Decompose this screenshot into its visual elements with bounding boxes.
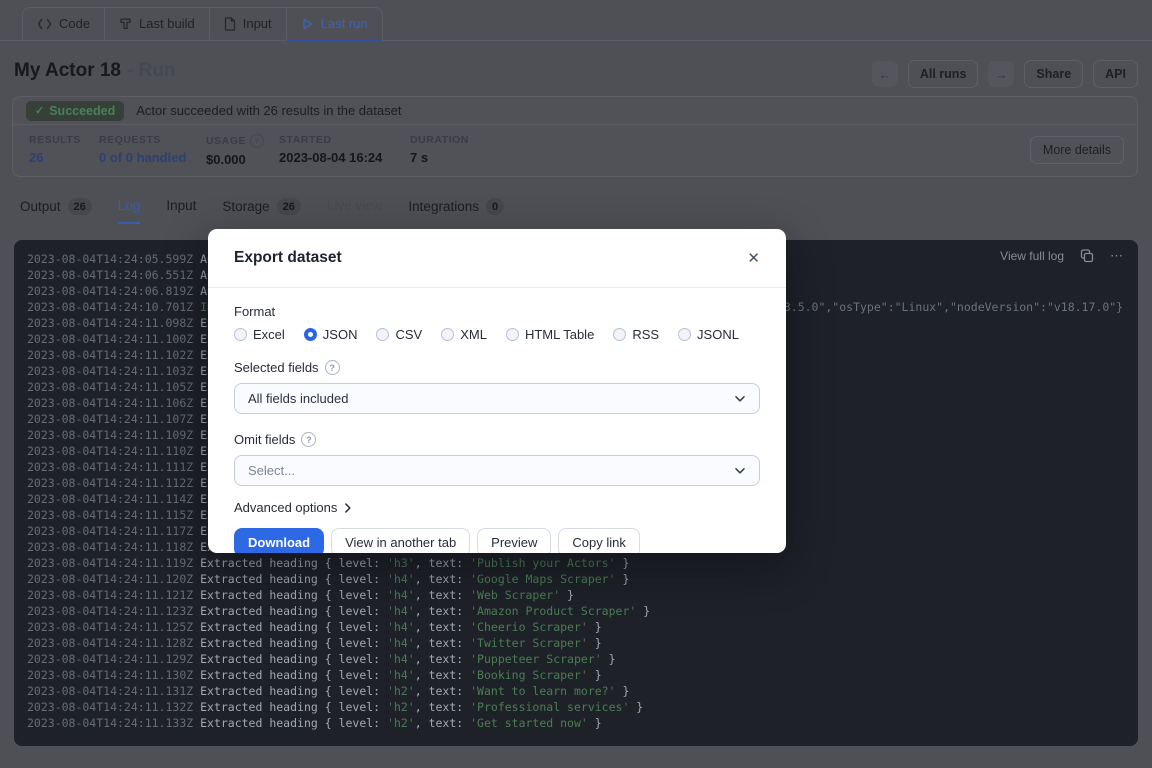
status-row: ✓ Succeeded Actor succeeded with 26 resu… (13, 97, 1137, 125)
stat-started: STARTED2023-08-04 16:24 (279, 134, 382, 165)
run-tab-input[interactable]: Input (166, 198, 196, 224)
hammer-icon (119, 17, 132, 30)
previous-run-button[interactable]: ← (872, 61, 898, 87)
format-label: Format (234, 304, 760, 319)
modal-body: Format Excel JSON CSV XML HTML Table RSS JSONL… (208, 288, 786, 553)
help-icon[interactable]: ? (250, 134, 264, 148)
log-line: 2023-08-04T14:24:11.121Z Extracted headi… (27, 587, 1138, 603)
build-tab-bar: CodeLast buildInputLast run (0, 0, 1152, 41)
advanced-options-label: Advanced options (234, 500, 337, 515)
top-tab-group: CodeLast buildInputLast run (22, 7, 383, 41)
close-icon[interactable]: ✕ (747, 249, 760, 267)
share-button[interactable]: Share (1024, 60, 1083, 88)
radio-icon (506, 328, 519, 341)
selected-fields-label: Selected fields (234, 360, 319, 375)
check-icon: ✓ (35, 104, 44, 117)
all-runs-button[interactable]: All runs (908, 60, 979, 88)
top-tab-last-build[interactable]: Last build (105, 8, 210, 41)
run-tab-output[interactable]: Output26 (20, 198, 92, 226)
chevron-down-icon (734, 467, 746, 475)
log-line: 2023-08-04T14:24:11.133Z Extracted headi… (27, 715, 1138, 731)
omit-fields-placeholder: Select... (248, 463, 295, 478)
format-radio-jsonl[interactable]: JSONL (678, 327, 739, 342)
stat-usage: USAGE?$0.000 (206, 134, 264, 167)
format-radio-rss[interactable]: RSS (613, 327, 659, 342)
stats-row: RESULTS26 REQUESTS0 of 0 handled USAGE?$0.… (13, 125, 1137, 177)
modal-actions: Download View in another tab Preview Cop… (234, 528, 760, 553)
top-tab-input[interactable]: Input (210, 8, 287, 41)
run-summary-card: ✓ Succeeded Actor succeeded with 26 resu… (12, 96, 1138, 177)
selected-fields-dropdown[interactable]: All fields included (234, 383, 760, 414)
top-tab-last-run[interactable]: Last run (287, 8, 382, 41)
header-actions: ← All runs → Share API (872, 60, 1138, 88)
run-tab-integrations[interactable]: Integrations0 (408, 198, 504, 226)
log-line: 2023-08-04T14:24:11.119Z Extracted headi… (27, 555, 1138, 571)
export-dataset-modal: Export dataset ✕ Format Excel JSON CSV XML H… (208, 229, 786, 553)
view-full-log-link[interactable]: View full log (1000, 248, 1064, 264)
run-tab-log[interactable]: Log (118, 198, 141, 224)
omit-fields-dropdown[interactable]: Select... (234, 455, 760, 486)
top-tab-code[interactable]: Code (23, 8, 105, 41)
code-icon (37, 18, 52, 30)
count-badge: 26 (68, 198, 92, 215)
copy-link-button[interactable]: Copy link (558, 528, 639, 553)
radio-icon (376, 328, 389, 341)
log-line: 2023-08-04T14:24:11.120Z Extracted headi… (27, 571, 1138, 587)
run-suffix: - Run (127, 60, 176, 81)
log-line: 2023-08-04T14:24:11.125Z Extracted headi… (27, 619, 1138, 635)
log-toolbar: View full log ⋯ (1000, 248, 1124, 264)
chevron-right-icon (344, 502, 352, 514)
stat-requests: REQUESTS0 of 0 handled (99, 134, 186, 165)
chevron-down-icon (734, 395, 746, 403)
format-radio-json[interactable]: JSON (304, 327, 358, 342)
api-button[interactable]: API (1093, 60, 1138, 88)
play-icon (301, 17, 314, 31)
log-line: 2023-08-04T14:24:11.132Z Extracted headi… (27, 699, 1138, 715)
log-line: 2023-08-04T14:24:11.131Z Extracted headi… (27, 683, 1138, 699)
next-run-button[interactable]: → (988, 61, 1014, 87)
run-tab-live-view: Live view (327, 198, 383, 224)
help-icon[interactable]: ? (325, 360, 340, 375)
log-line: 2023-08-04T14:24:11.129Z Extracted headi… (27, 651, 1138, 667)
radio-icon (304, 328, 317, 341)
status-badge-label: Succeeded (49, 104, 115, 118)
log-line: 2023-08-04T14:24:11.128Z Extracted headi… (27, 635, 1138, 651)
actor-name: My Actor 18 (14, 60, 121, 81)
format-radio-csv[interactable]: CSV (376, 327, 422, 342)
format-radio-xml[interactable]: XML (441, 327, 487, 342)
modal-header: Export dataset ✕ (208, 229, 786, 288)
radio-icon (441, 328, 454, 341)
preview-button[interactable]: Preview (477, 528, 551, 553)
arrow-left-icon: ← (878, 67, 891, 82)
radio-icon (613, 328, 626, 341)
help-icon[interactable]: ? (301, 432, 316, 447)
page-title: My Actor 18 - Run (14, 60, 176, 82)
run-tab-storage[interactable]: Storage26 (222, 198, 301, 226)
arrow-right-icon: → (995, 67, 1008, 82)
count-badge: 26 (277, 198, 301, 215)
download-button[interactable]: Download (234, 528, 324, 553)
radio-icon (234, 328, 247, 341)
advanced-options-toggle[interactable]: Advanced options (234, 500, 760, 515)
log-line: 2023-08-04T14:24:11.130Z Extracted headi… (27, 667, 1138, 683)
stat-duration: DURATION7 s (410, 134, 469, 165)
radio-icon (678, 328, 691, 341)
selected-fields-value: All fields included (248, 391, 348, 406)
copy-icon[interactable] (1080, 249, 1094, 263)
stat-results: RESULTS26 (29, 134, 81, 165)
log-line: 2023-08-04T14:24:11.123Z Extracted headi… (27, 603, 1138, 619)
format-radio-excel[interactable]: Excel (234, 327, 285, 342)
omit-fields-label: Omit fields (234, 432, 295, 447)
log-menu-button[interactable]: ⋯ (1110, 248, 1124, 264)
count-badge: 0 (486, 198, 504, 215)
file-icon (224, 17, 236, 31)
status-message: Actor succeeded with 26 results in the d… (136, 103, 401, 118)
format-radio-html-table[interactable]: HTML Table (506, 327, 594, 342)
modal-title: Export dataset (234, 249, 342, 267)
run-tab-bar: Output26 Log Input Storage26 Live view Integr… (20, 198, 504, 226)
more-details-button[interactable]: More details (1030, 136, 1124, 164)
status-badge: ✓ Succeeded (26, 101, 124, 121)
format-radio-group: Excel JSON CSV XML HTML Table RSS JSONL (234, 327, 760, 342)
view-in-another-tab-button[interactable]: View in another tab (331, 528, 470, 553)
